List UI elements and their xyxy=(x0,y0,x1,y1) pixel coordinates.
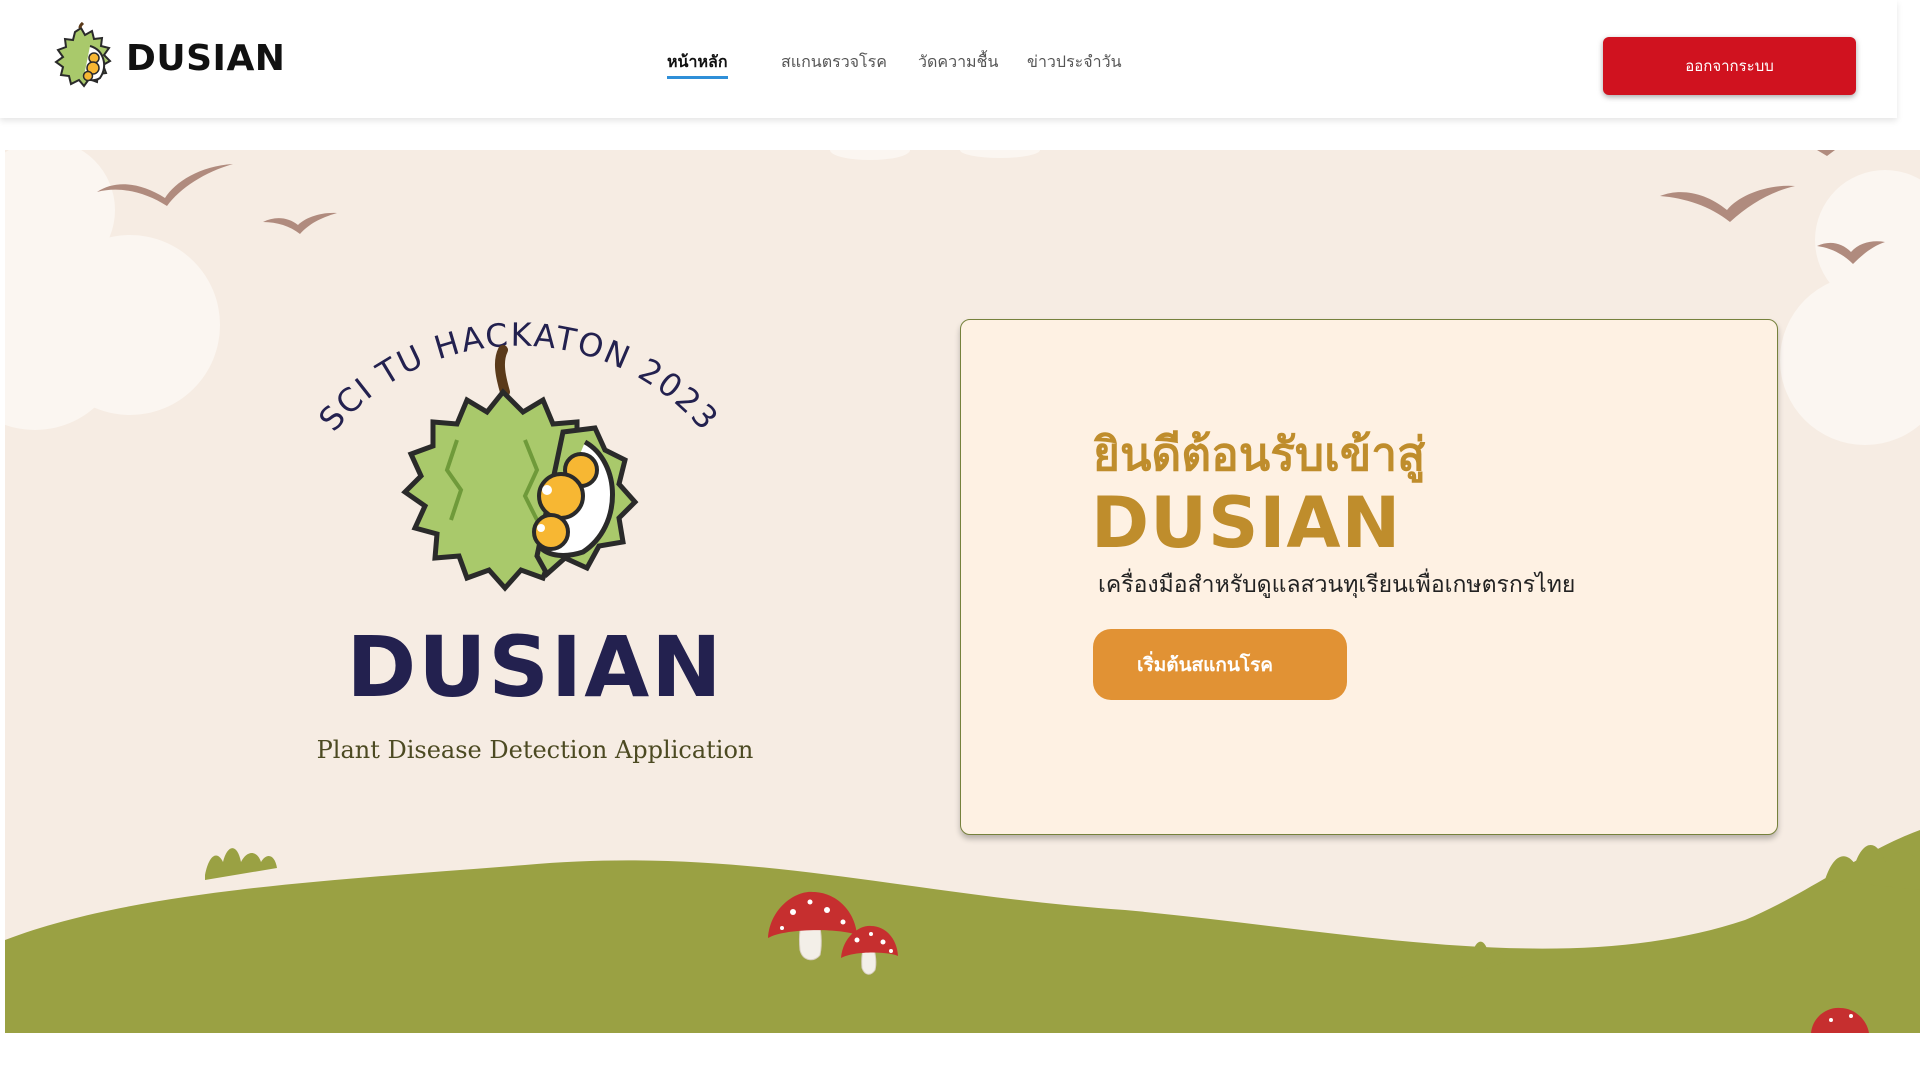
nav-item-news-label: ข่าวประจำวัน xyxy=(1027,52,1122,71)
nav-item-home[interactable]: หน้าหลัก xyxy=(667,50,728,79)
welcome-brand: DUSIAN xyxy=(1091,482,1402,564)
nav-item-moisture[interactable]: วัดความชื้น xyxy=(918,50,998,75)
nav-item-moisture-label: วัดความชื้น xyxy=(918,52,999,71)
logout-button[interactable]: ออกจากระบบ xyxy=(1603,37,1856,95)
brand[interactable]: DUSIAN xyxy=(46,22,285,94)
durian-icon xyxy=(401,345,639,592)
hero-section: SCI TU HACKATON 2023 DUSIAN Plant Diseas… xyxy=(5,150,1920,1033)
cloud-right xyxy=(1780,170,1920,445)
logo-brand-text: DUSIAN xyxy=(347,618,724,716)
welcome-subtitle: เครื่องมือสำหรับดูแลสวนทุเรียนเพื่อเกษตร… xyxy=(1098,572,1576,598)
logo-tagline: Plant Disease Detection Application xyxy=(317,736,754,764)
durian-logo-icon xyxy=(54,22,112,88)
start-scan-button[interactable]: เริ่มต้นสแกนโรค xyxy=(1093,629,1347,700)
birds xyxy=(97,150,1885,264)
nav-item-scan-label: สแกนตรวจโรค xyxy=(781,52,887,71)
welcome-card: ยินดีต้อนรับเข้าสู่ DUSIAN เครื่องมือสำห… xyxy=(960,319,1778,835)
nav-item-home-label: หน้าหลัก xyxy=(667,52,728,71)
cloud-left xyxy=(5,150,220,430)
dusian-hackathon-logo: SCI TU HACKATON 2023 DUSIAN Plant Diseas… xyxy=(311,320,754,764)
cloud-top xyxy=(830,150,1040,160)
brand-name: DUSIAN xyxy=(126,37,286,79)
top-navbar: DUSIAN หน้าหลัก สแกนตรวจโรค วัดความชื้น … xyxy=(0,0,1897,118)
active-tab-underline xyxy=(667,76,728,79)
nav-item-news[interactable]: ข่าวประจำวัน xyxy=(1027,50,1122,75)
nav-item-scan[interactable]: สแกนตรวจโรค xyxy=(781,50,887,75)
green-hill xyxy=(5,830,1920,1033)
welcome-title: ยินดีต้อนรับเข้าสู่ xyxy=(1093,427,1426,481)
